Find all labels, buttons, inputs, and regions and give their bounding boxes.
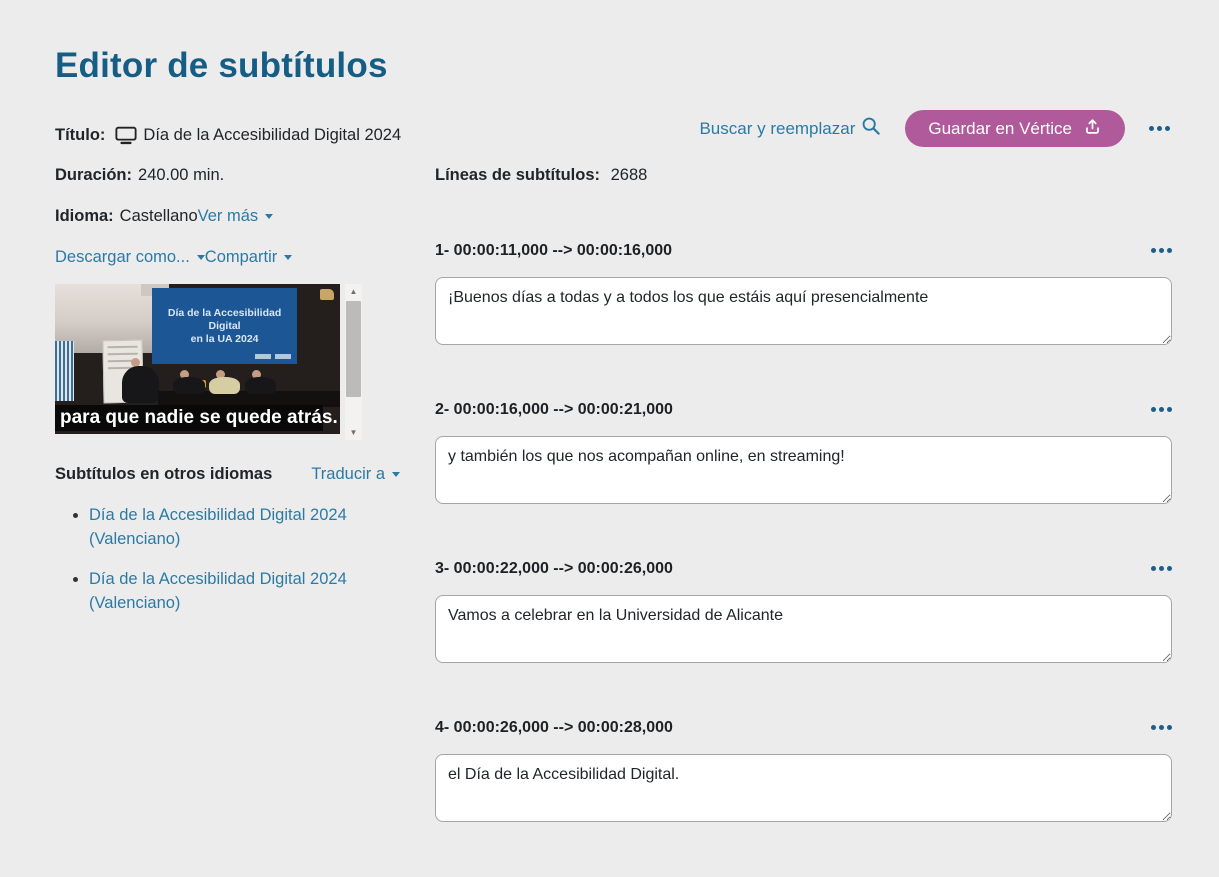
subtitle-entry-header: 2- 00:00:16,000 --> 00:00:21,000 [435, 400, 1172, 419]
timestamp-label: 4- 00:00:26,000 --> 00:00:28,000 [435, 719, 673, 736]
subtitle-entry: 1- 00:00:11,000 --> 00:00:16,000 ¡Buenos… [435, 241, 1172, 345]
subtitle-entry: 3- 00:00:22,000 --> 00:00:26,000 Vamos a… [435, 559, 1172, 663]
download-share-row: Descargar como... Compartir [55, 248, 405, 267]
subtitle-entry: 4- 00:00:26,000 --> 00:00:28,000 el Día … [435, 718, 1172, 822]
speaker-body [244, 377, 276, 394]
see-more-label: Ver más [197, 207, 259, 225]
projected-slide: Día de la Accesibilidad Digital en la UA… [151, 287, 298, 365]
monitor-icon [115, 126, 137, 145]
video-caption: para que nadie se quede atrás. [55, 405, 338, 431]
other-languages-header: Subtítulos en otros idiomas Traducir a [55, 464, 400, 484]
translate-to-label: Traducir a [311, 465, 385, 483]
scrollbar-thumb[interactable] [346, 301, 361, 397]
page-title: Editor de subtítulos [55, 46, 388, 85]
scroll-down-icon[interactable]: ▼ [345, 425, 362, 440]
subtitle-lines-panel: Líneas de subtítulos: 2688 1- 00:00:11,0… [435, 166, 1172, 877]
caret-down-icon [392, 472, 400, 478]
entry-more-menu ellipsis-icon[interactable] [1151, 407, 1172, 412]
title-value: Día de la Accesibilidad Digital 2024 [143, 126, 402, 144]
list-item: Día de la Accesibilidad Digital 2024 (Va… [89, 503, 390, 551]
translate-to-link[interactable]: Traducir a [311, 464, 400, 484]
duration-value: 240.00 min. [138, 166, 225, 184]
subtitle-entry-header: 1- 00:00:11,000 --> 00:00:16,000 [435, 241, 1172, 260]
thumb-corner-icon [320, 288, 335, 300]
title-label: Título: [55, 126, 106, 144]
entry-more-menu ellipsis-icon[interactable] [1151, 725, 1172, 730]
entry-more-menu ellipsis-icon[interactable] [1151, 248, 1172, 253]
speaker-body [173, 377, 205, 394]
entry-more-menu ellipsis-icon[interactable] [1151, 566, 1172, 571]
scroll-up-icon[interactable]: ▲ [345, 284, 362, 299]
other-languages-heading: Subtítulos en otros idiomas [55, 465, 273, 483]
language-value: Castellano [119, 207, 198, 225]
slide-title-line1: Día de la Accesibilidad Digital [167, 306, 282, 332]
subtitle-editor-page: Editor de subtítulos Título: Día de la A… [0, 0, 1219, 848]
duration-label: Duración: [55, 166, 133, 184]
language-label: Idioma: [55, 207, 114, 225]
interpreter-body [121, 365, 160, 404]
timestamp-label: 1- 00:00:11,000 --> 00:00:16,000 [435, 242, 673, 259]
subtitle-entry-header: 4- 00:00:26,000 --> 00:00:28,000 [435, 718, 1172, 737]
timestamp-label: 2- 00:00:16,000 --> 00:00:21,000 [435, 401, 673, 418]
other-languages-list: Día de la Accesibilidad Digital 2024 (Va… [55, 503, 390, 615]
share-link[interactable]: Compartir [204, 248, 293, 267]
search-icon [861, 116, 881, 141]
upload-icon [1083, 117, 1102, 141]
subtitle-count-row: Líneas de subtítulos: 2688 [435, 166, 1172, 185]
save-vertice-button[interactable]: Guardar en Vértice [905, 110, 1125, 147]
list-item: Día de la Accesibilidad Digital 2024 (Va… [89, 567, 390, 615]
download-as-link[interactable]: Descargar como... [55, 248, 205, 267]
language-version-link[interactable]: Día de la Accesibilidad Digital 2024 (Va… [89, 570, 347, 612]
left-sidebar: Duración: 240.00 min. Idioma: Castellano… [55, 166, 405, 631]
subtitle-entry: 2- 00:00:16,000 --> 00:00:21,000 y tambi… [435, 400, 1172, 504]
subtitle-text-input[interactable]: el Día de la Accesibilidad Digital. [435, 754, 1172, 822]
search-replace-label: Buscar y reemplazar [699, 118, 856, 138]
subtitle-count-value: 2688 [610, 166, 648, 184]
video-title-row: Título: Día de la Accesibilidad Digital … [55, 126, 401, 145]
language-row: Idioma: Castellano Ver más [55, 207, 405, 226]
header-controls: Buscar y reemplazar Guardar en Vértice [699, 110, 1170, 147]
caret-down-icon [265, 214, 274, 220]
subtitle-text-input[interactable]: y también los que nos acompañan online, … [435, 436, 1172, 504]
see-more-link[interactable]: Ver más [198, 207, 274, 226]
timestamp-label: 3- 00:00:22,000 --> 00:00:26,000 [435, 560, 673, 577]
speaker-body [208, 377, 241, 394]
caret-down-icon [196, 255, 205, 261]
slide-title-line2: en la UA 2024 [190, 332, 259, 345]
slide-logos [255, 354, 292, 360]
subtitle-count-label: Líneas de subtítulos: [435, 166, 601, 184]
subtitle-text-input[interactable]: ¡Buenos días a todas y a todos los que e… [435, 277, 1172, 345]
caret-down-icon [284, 255, 293, 261]
video-thumbnail[interactable]: Día de la Accesibilidad Digital en la UA… [55, 284, 340, 434]
header-more-menu ellipsis-icon[interactable] [1149, 126, 1170, 131]
duration-row: Duración: 240.00 min. [55, 166, 405, 185]
subtitle-entry-header: 3- 00:00:22,000 --> 00:00:26,000 [435, 559, 1172, 578]
download-as-label: Descargar como... [55, 248, 190, 266]
thumb-banner-left [55, 341, 74, 401]
search-replace-link[interactable]: Buscar y reemplazar [699, 116, 881, 141]
save-vertice-label: Guardar en Vértice [928, 118, 1072, 138]
share-label: Compartir [204, 248, 278, 266]
video-preview-area: Día de la Accesibilidad Digital en la UA… [55, 284, 405, 440]
thumbnail-scrollbar[interactable]: ▲ ▼ [345, 284, 362, 440]
language-version-link[interactable]: Día de la Accesibilidad Digital 2024 (Va… [89, 506, 347, 548]
subtitle-text-input[interactable]: Vamos a celebrar en la Universidad de Al… [435, 595, 1172, 663]
